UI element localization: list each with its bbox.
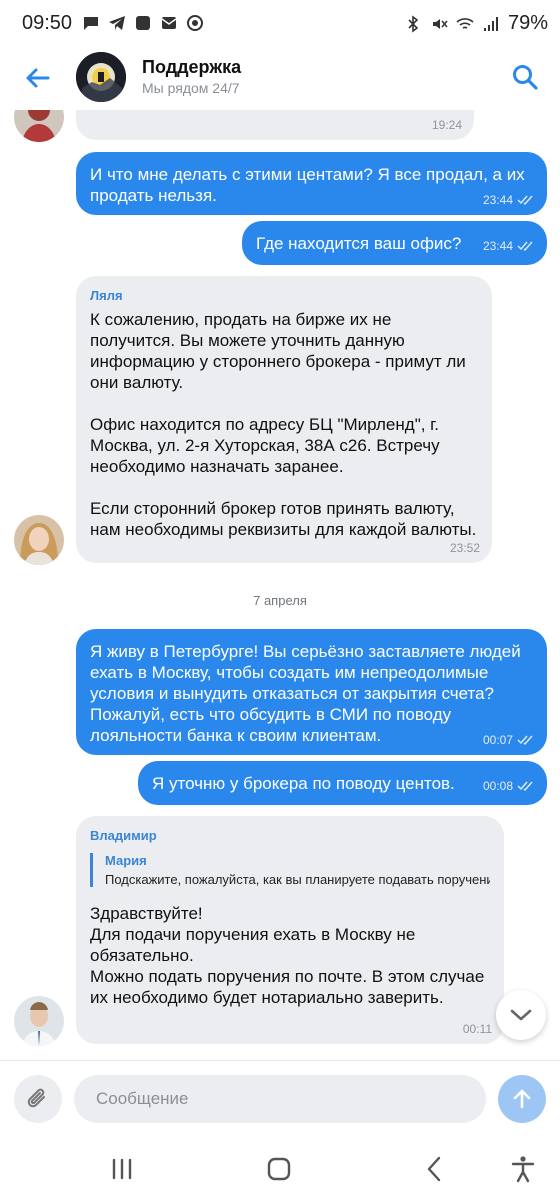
support-avatar[interactable] — [76, 52, 126, 102]
send-button[interactable] — [498, 1075, 546, 1123]
message-text: К сожалению, продать на бирже их не полу… — [90, 310, 477, 539]
message-bubble-outgoing[interactable]: Где находится ваш офис? 23:44 — [242, 221, 547, 265]
system-icons: 79% — [404, 12, 548, 35]
reply-preview-text: Подскажите, пожалуйста, как вы планирует… — [105, 872, 490, 887]
vk-notification-icon — [136, 16, 150, 30]
message-time: 19:24 — [431, 118, 462, 132]
message-time: 00:08 — [483, 779, 535, 793]
arrow-up-icon — [513, 1089, 531, 1109]
message-text: Я уточню у брокера по поводу центов. — [152, 774, 455, 793]
message-bubble-outgoing[interactable]: Я уточню у брокера по поводу центов. 00:… — [138, 761, 547, 805]
message-time-value: 23:44 — [482, 239, 513, 253]
mute-icon — [432, 18, 448, 29]
chevron-down-icon — [510, 1009, 532, 1021]
sender-avatar[interactable] — [14, 996, 64, 1046]
read-checkmarks-icon — [517, 241, 533, 252]
sender-name[interactable]: Ляля — [90, 288, 478, 303]
message-bubble-incoming[interactable]: Владимир Мария Подскажите, пожалуйста, к… — [76, 816, 504, 1044]
system-navigation-bar — [0, 1136, 560, 1200]
attach-button[interactable] — [14, 1075, 62, 1123]
message-text: И что мне делать с этими центами? Я все … — [90, 165, 530, 205]
message-bubble-outgoing[interactable]: И что мне делать с этими центами? Я все … — [76, 152, 547, 215]
chat-title[interactable]: Поддержка — [142, 57, 241, 78]
reply-quote[interactable]: Мария Подскажите, пожалуйста, как вы пла… — [90, 853, 490, 887]
scroll-to-bottom-button[interactable] — [496, 990, 546, 1040]
message-time-value: 00:08 — [482, 779, 513, 793]
mail-icon — [161, 17, 177, 29]
paperclip-icon — [27, 1088, 45, 1108]
sender-avatar[interactable] — [14, 110, 64, 142]
back-arrow-icon[interactable] — [22, 62, 54, 94]
message-time-value: 00:07 — [482, 733, 513, 747]
recent-apps-icon[interactable] — [107, 1154, 137, 1184]
bluetooth-icon — [408, 14, 419, 33]
date-separator: 7 апреля — [253, 593, 307, 608]
message-text: Здравствуйте! Для подачи поручения ехать… — [90, 904, 485, 1007]
battery-level: 79% — [507, 12, 548, 34]
message-time: 00:07 — [483, 733, 535, 747]
message-bubble-outgoing[interactable]: Я живу в Петербурге! Вы серьёзно заставл… — [76, 629, 547, 755]
signal-icon — [483, 16, 498, 31]
message-list[interactable]: 19:24 И что мне делать с этими центами? … — [0, 110, 560, 1060]
accessibility-icon[interactable] — [508, 1154, 538, 1184]
bank-logo-icon — [76, 52, 126, 102]
back-nav-icon[interactable] — [420, 1154, 450, 1184]
read-checkmarks-icon — [517, 195, 533, 206]
notification-icons — [82, 14, 204, 32]
chat-notification-icon — [84, 17, 98, 30]
message-text: Я живу в Петербурге! Вы серьёзно заставл… — [90, 642, 526, 745]
chat-subtitle: Мы рядом 24/7 — [142, 80, 240, 96]
telegram-icon — [109, 16, 125, 30]
message-time: 00:11 — [462, 1022, 492, 1036]
message-time: 23:52 — [449, 541, 480, 555]
reply-author: Мария — [105, 853, 147, 868]
read-checkmarks-icon — [517, 735, 533, 746]
wifi-icon — [456, 17, 474, 29]
message-time-value: 23:44 — [482, 193, 513, 207]
message-input[interactable] — [74, 1075, 486, 1123]
message-composer — [0, 1060, 560, 1136]
user-photo-icon — [14, 110, 64, 142]
user-photo-icon — [14, 515, 64, 565]
home-icon[interactable] — [264, 1154, 294, 1184]
sender-name[interactable]: Владимир — [90, 828, 490, 843]
app-notification-icon — [187, 15, 203, 31]
search-icon[interactable] — [510, 62, 540, 92]
message-time: 23:44 — [483, 239, 535, 253]
read-checkmarks-icon — [517, 781, 533, 792]
user-photo-icon — [14, 996, 64, 1046]
sender-avatar[interactable] — [14, 515, 64, 565]
status-time: 09:50 — [22, 12, 73, 34]
message-bubble-incoming[interactable]: Ляля К сожалению, продать на бирже их не… — [76, 276, 492, 563]
status-bar: 09:50 79% — [0, 0, 560, 48]
chat-header: Поддержка Мы рядом 24/7 — [0, 48, 560, 110]
message-bubble-incoming[interactable]: 19:24 — [76, 110, 474, 140]
message-time: 23:44 — [483, 193, 535, 207]
